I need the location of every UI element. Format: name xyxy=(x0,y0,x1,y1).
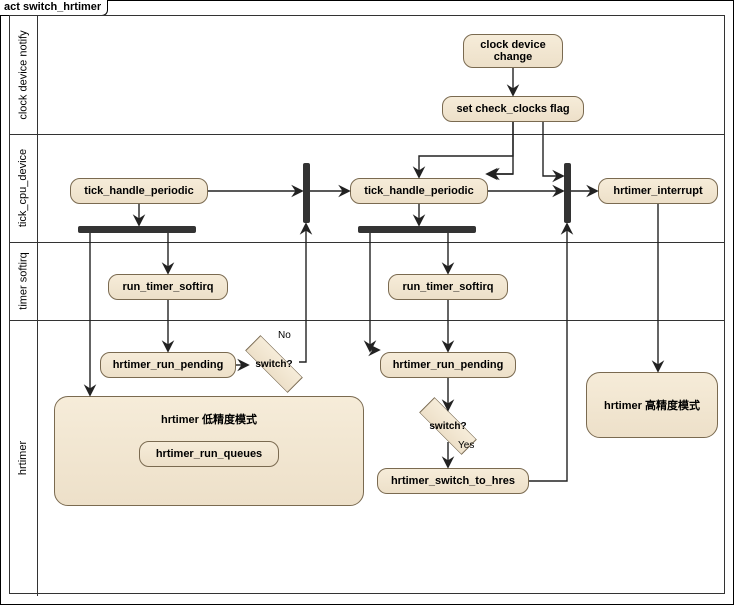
node-run-timer-softirq-1: run_timer_softirq xyxy=(108,274,228,300)
swimlane-frame: clock device notify tick_cpu_device time… xyxy=(9,15,725,594)
node-hrtimer-run-pending-2: hrtimer_run_pending xyxy=(380,352,516,378)
lane-separator xyxy=(10,320,724,321)
fork-bar-1 xyxy=(78,226,196,233)
lane-separator xyxy=(10,134,724,135)
frame-title: act switch_hrtimer xyxy=(0,0,108,16)
lane-label: clock device notify xyxy=(18,30,30,119)
lane-label: timer softirq xyxy=(18,252,30,309)
node-hrtimer-high-mode: hrtimer 高精度模式 xyxy=(586,372,718,438)
lane-hrtimer: hrtimer xyxy=(10,320,38,596)
decision-label: switch? xyxy=(418,408,478,444)
diagram-canvas: act switch_hrtimer clock device notify t… xyxy=(0,0,734,605)
lane-label: tick_cpu_device xyxy=(18,149,30,227)
node-run-timer-softirq-2: run_timer_softirq xyxy=(388,274,508,300)
lane-clock-device-notify: clock device notify xyxy=(10,16,38,134)
node-hrtimer-run-pending-1: hrtimer_run_pending xyxy=(100,352,236,378)
decision-switch-1: switch? xyxy=(244,346,304,382)
arrows-layer xyxy=(10,16,724,593)
node-title: hrtimer 低精度模式 xyxy=(63,411,355,427)
node-hrtimer-low-mode: hrtimer 低精度模式 hrtimer_run_queues xyxy=(54,396,364,506)
lane-timer-softirq: timer softirq xyxy=(10,242,38,320)
edge-label-yes: Yes xyxy=(458,440,474,451)
node-hrtimer-run-queues: hrtimer_run_queues xyxy=(139,441,279,467)
join-bar-1 xyxy=(303,163,310,223)
decision-label: switch? xyxy=(244,346,304,382)
lane-tick-cpu-device: tick_cpu_device xyxy=(10,134,38,242)
decision-switch-2: switch? xyxy=(418,408,478,444)
edge-label-no: No xyxy=(278,330,291,341)
node-hrtimer-switch-to-hres: hrtimer_switch_to_hres xyxy=(377,468,529,494)
node-set-check-clocks-flag: set check_clocks flag xyxy=(442,96,584,122)
lane-separator xyxy=(10,242,724,243)
node-tick-handle-periodic-1: tick_handle_periodic xyxy=(70,178,208,204)
lane-label: hrtimer xyxy=(18,441,30,475)
join-bar-2 xyxy=(564,163,571,223)
node-title: hrtimer 高精度模式 xyxy=(604,397,700,413)
node-hrtimer-interrupt: hrtimer_interrupt xyxy=(598,178,718,204)
node-tick-handle-periodic-2: tick_handle_periodic xyxy=(350,178,488,204)
fork-bar-2 xyxy=(358,226,476,233)
node-clock-device-change: clock device change xyxy=(463,34,563,68)
